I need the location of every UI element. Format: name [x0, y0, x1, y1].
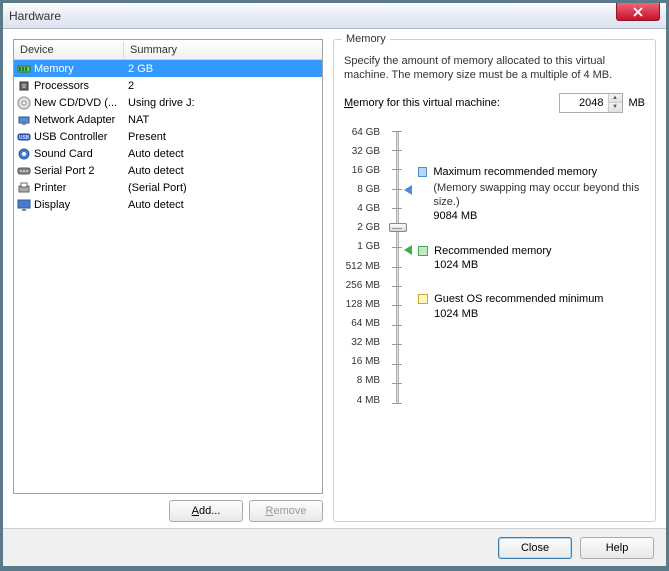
- scale-tick-label: 32 GB: [344, 146, 380, 158]
- table-header: Device Summary: [14, 40, 322, 60]
- device-name: Sound Card: [34, 148, 124, 160]
- legend-rec: Recommended memory 1024 MB: [418, 244, 645, 273]
- device-name: Display: [34, 199, 124, 211]
- table-row[interactable]: Serial Port 2Auto detect: [14, 162, 322, 179]
- usb-icon: USB: [16, 129, 32, 145]
- scale-tick-label: 4 MB: [344, 395, 380, 407]
- close-window-button[interactable]: [616, 3, 660, 21]
- device-name: Serial Port 2: [34, 165, 124, 177]
- table-row[interactable]: USB USB ControllerPresent: [14, 128, 322, 145]
- table-row[interactable]: Sound CardAuto detect: [14, 145, 322, 162]
- device-summary: (Serial Port): [124, 182, 187, 194]
- scale-tick-label: 32 MB: [344, 337, 380, 349]
- printer-icon: [16, 180, 32, 196]
- col-device[interactable]: Device: [14, 42, 124, 58]
- device-summary: NAT: [124, 114, 149, 126]
- scale-tick-label: 128 MB: [344, 299, 380, 311]
- scale-labels: 64 GB 32 GB 16 GB 8 GB 4 GB 2 GB 1 GB 512 MB 256…: [344, 127, 380, 407]
- memory-scale-area: 64 GB 32 GB 16 GB 8 GB 4 GB 2 GB 1 GB 512 MB 256…: [344, 127, 645, 407]
- device-name: USB Controller: [34, 131, 124, 143]
- device-name: Memory: [34, 63, 124, 75]
- scale-tick-label: 2 GB: [344, 222, 380, 234]
- device-table: Device Summary Memory2 GBProcessors2New …: [13, 39, 323, 494]
- table-row[interactable]: New CD/DVD (...Using drive J:: [14, 94, 322, 111]
- memory-input[interactable]: [560, 97, 608, 109]
- memory-desc: Specify the amount of memory allocated t…: [344, 54, 645, 83]
- table-row[interactable]: Processors2: [14, 77, 322, 94]
- remove-button: Remove: [249, 500, 323, 522]
- group-title: Memory: [342, 33, 390, 45]
- memory-spinbox[interactable]: ▲ ▼: [559, 93, 623, 113]
- table-body: Memory2 GBProcessors2New CD/DVD (...Usin…: [14, 60, 322, 213]
- spin-down[interactable]: ▼: [608, 103, 622, 112]
- scale-tick-label: 512 MB: [344, 261, 380, 273]
- scale-tick-label: 1 GB: [344, 241, 380, 253]
- help-button[interactable]: Help: [580, 537, 654, 559]
- device-summary: 2: [124, 80, 134, 92]
- table-row[interactable]: Network AdapterNAT: [14, 111, 322, 128]
- spin-up[interactable]: ▲: [608, 94, 622, 104]
- dialog-footer: Close Help: [3, 528, 666, 566]
- legend-min: Guest OS recommended minimum 1024 MB: [418, 292, 645, 321]
- scale-tick-label: 256 MB: [344, 280, 380, 292]
- rec-marker-icon: [404, 245, 412, 255]
- serial-icon: [16, 163, 32, 179]
- titlebar: Hardware: [3, 3, 666, 29]
- device-panel: Device Summary Memory2 GBProcessors2New …: [13, 39, 323, 522]
- content-area: Device Summary Memory2 GBProcessors2New …: [3, 29, 666, 528]
- memory-unit: MB: [629, 97, 646, 109]
- device-name: Processors: [34, 80, 124, 92]
- display-icon: [16, 197, 32, 213]
- net-icon: [16, 112, 32, 128]
- device-name: New CD/DVD (...: [34, 97, 124, 109]
- close-button[interactable]: Close: [498, 537, 572, 559]
- scale-tick-label: 8 GB: [344, 184, 380, 196]
- cpu-icon: [16, 78, 32, 94]
- table-row[interactable]: DisplayAuto detect: [14, 196, 322, 213]
- device-summary: Using drive J:: [124, 97, 195, 109]
- max-marker-icon: [404, 185, 412, 195]
- sound-icon: [16, 146, 32, 162]
- memory-group: Memory Specify the amount of memory allo…: [333, 39, 656, 522]
- hardware-window: Hardware Device Summary Memory2 GBProces…: [2, 2, 667, 567]
- add-button[interactable]: Add...: [169, 500, 243, 522]
- device-summary: Present: [124, 131, 166, 143]
- device-name: Printer: [34, 182, 124, 194]
- svg-text:USB: USB: [19, 135, 30, 141]
- swatch-blue-icon: [418, 167, 427, 177]
- swatch-yellow-icon: [418, 294, 428, 304]
- scale-tick-label: 4 GB: [344, 203, 380, 215]
- window-title: Hardware: [9, 9, 61, 23]
- cd-icon: [16, 95, 32, 111]
- legend-max: Maximum recommended memory (Memory swapp…: [418, 165, 645, 224]
- swatch-green-icon: [418, 246, 428, 256]
- legend: Maximum recommended memory (Memory swapp…: [418, 127, 645, 407]
- table-row[interactable]: Memory2 GB: [14, 60, 322, 77]
- memory-input-row: Memory for this virtual machine: ▲ ▼ MB: [344, 93, 645, 113]
- scale-tick-label: 64 MB: [344, 318, 380, 330]
- scale-tick-label: 64 GB: [344, 127, 380, 139]
- scale-tick-label: 16 GB: [344, 165, 380, 177]
- memory-label: Memory for this virtual machine:: [344, 97, 553, 109]
- col-summary[interactable]: Summary: [124, 42, 322, 58]
- panel-buttons: Add... Remove: [13, 500, 323, 522]
- spin-buttons: ▲ ▼: [608, 94, 622, 112]
- device-summary: Auto detect: [124, 148, 184, 160]
- table-row[interactable]: Printer(Serial Port): [14, 179, 322, 196]
- scale-tick-label: 8 MB: [344, 375, 380, 387]
- scale-track[interactable]: [390, 127, 408, 407]
- memory-icon: [16, 61, 32, 77]
- device-summary: 2 GB: [124, 63, 153, 75]
- device-summary: Auto detect: [124, 165, 184, 177]
- device-name: Network Adapter: [34, 114, 124, 126]
- close-icon: [633, 7, 643, 17]
- device-summary: Auto detect: [124, 199, 184, 211]
- scale-tick-label: 16 MB: [344, 356, 380, 368]
